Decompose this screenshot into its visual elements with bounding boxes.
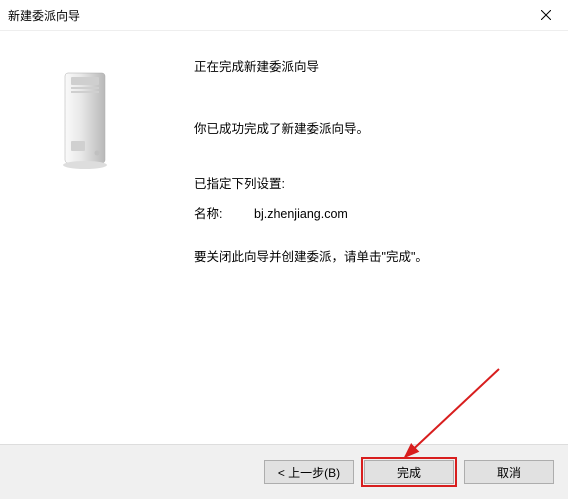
wizard-content: 正在完成新建委派向导 你已成功完成了新建委派向导。 已指定下列设置: 名称: b…: [170, 31, 568, 444]
wizard-body: 正在完成新建委派向导 你已成功完成了新建委派向导。 已指定下列设置: 名称: b…: [0, 30, 568, 445]
wizard-footer: < 上一步(B) 完成 取消: [0, 445, 568, 499]
finish-button[interactable]: 完成: [364, 460, 454, 484]
left-panel: [0, 31, 170, 444]
name-value: bj.zhenjiang.com: [254, 206, 348, 224]
close-icon: [541, 10, 551, 20]
success-message: 你已成功完成了新建委派向导。: [194, 121, 548, 139]
cancel-button[interactable]: 取消: [464, 460, 554, 484]
close-instruction: 要关闭此向导并创建委派，请单击"完成"。: [194, 249, 548, 267]
wizard-heading: 正在完成新建委派向导: [194, 59, 548, 77]
settings-row-name: 名称: bj.zhenjiang.com: [194, 206, 548, 224]
back-button[interactable]: < 上一步(B): [264, 460, 354, 484]
window-title: 新建委派向导: [8, 7, 80, 24]
settings-label: 已指定下列设置:: [194, 176, 548, 194]
name-label: 名称:: [194, 206, 254, 224]
titlebar: 新建委派向导: [0, 0, 568, 30]
close-button[interactable]: [523, 0, 568, 30]
server-icon: [61, 71, 109, 171]
